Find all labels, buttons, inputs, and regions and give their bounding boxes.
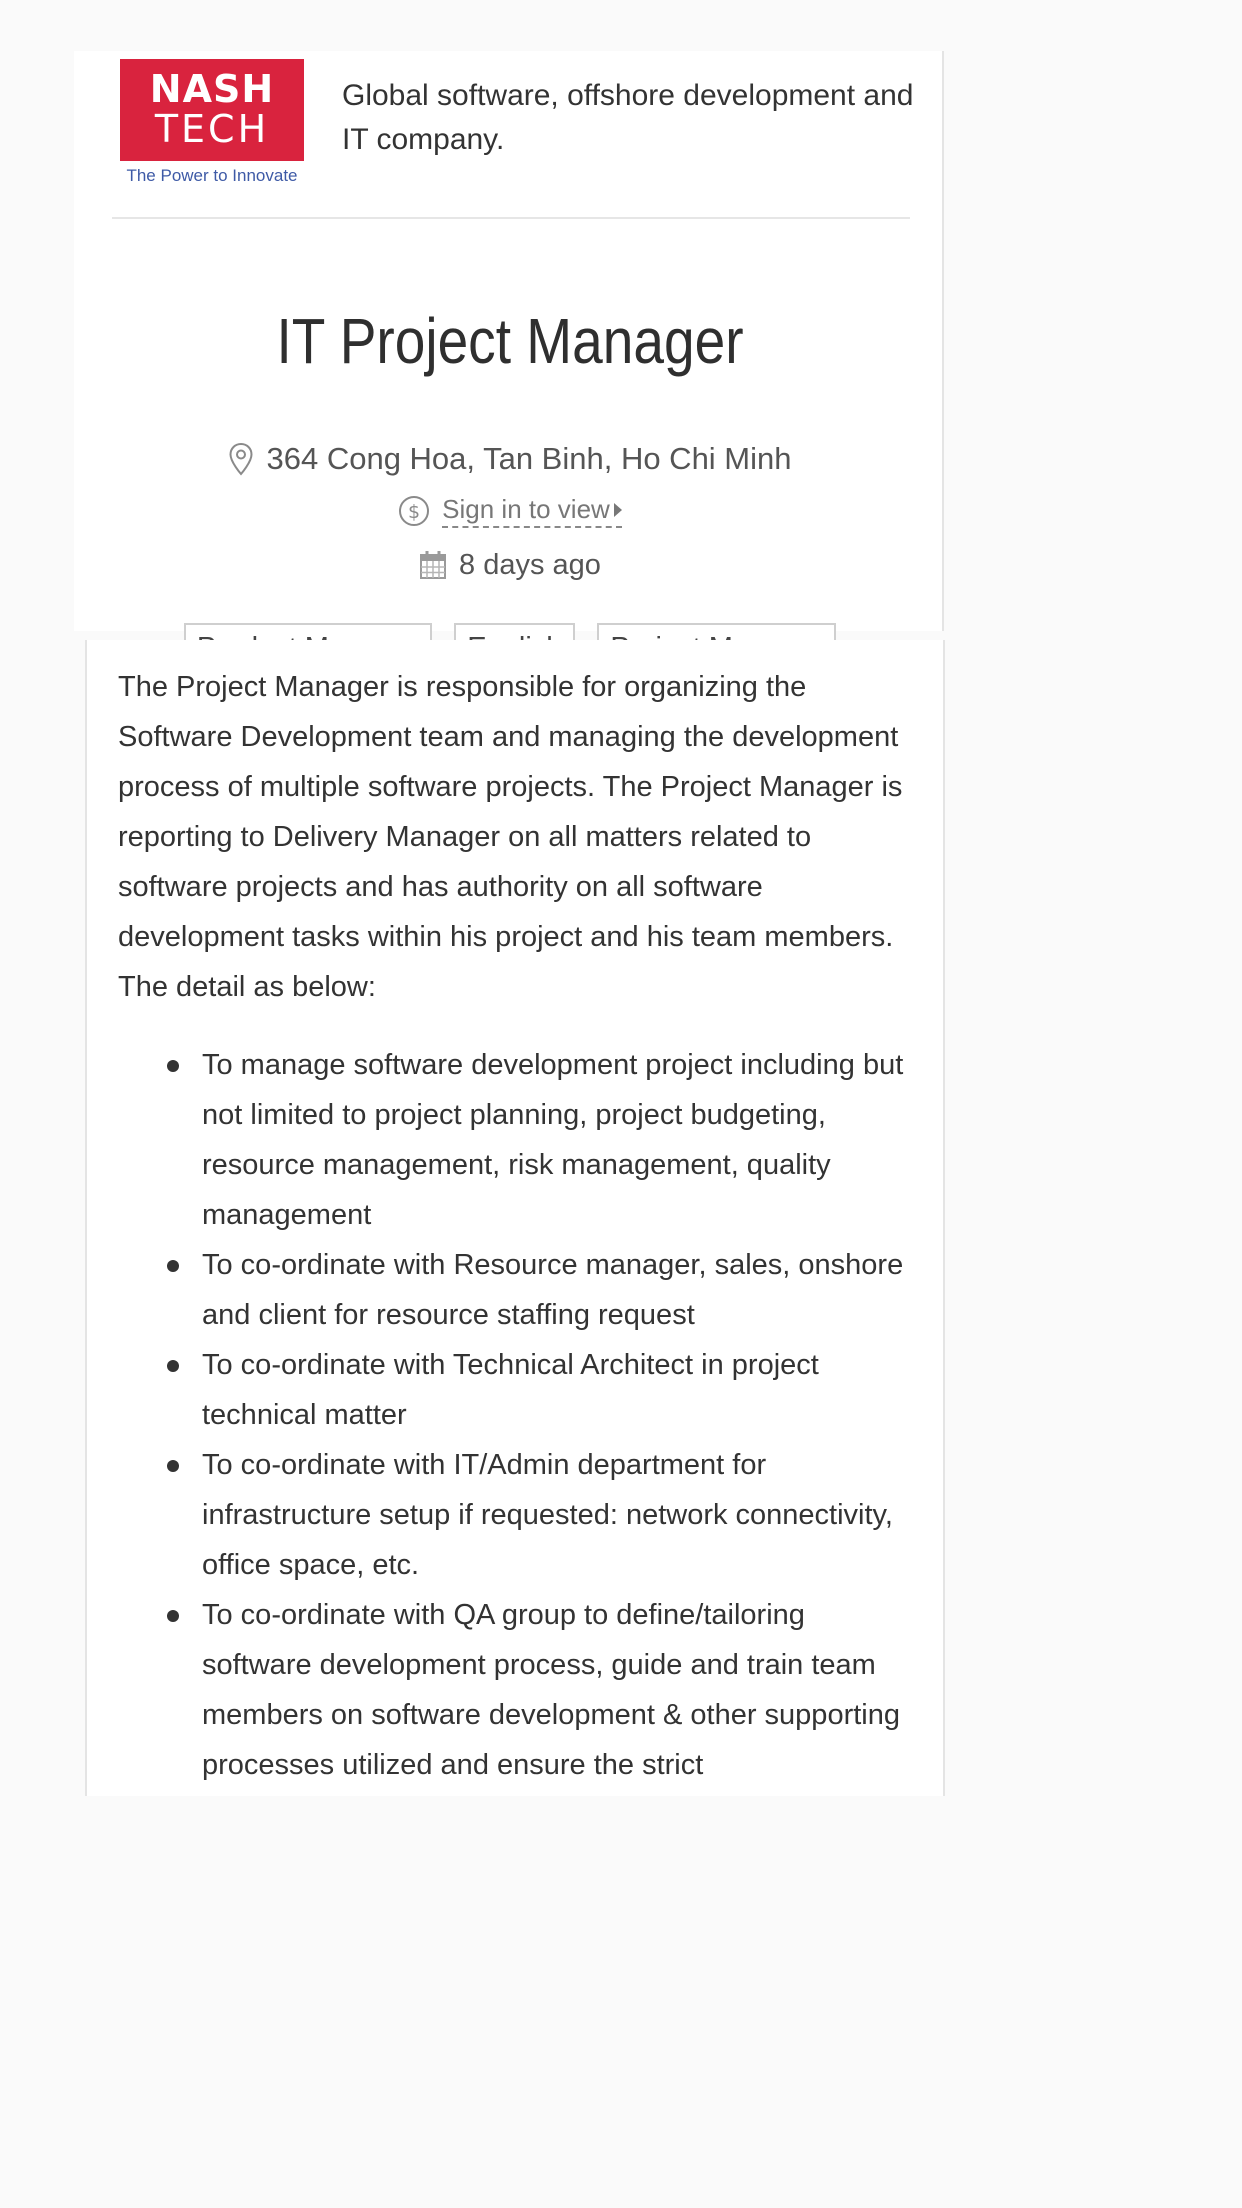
sign-in-to-view-link[interactable]: Sign in to view: [442, 494, 622, 528]
duty-item: To co-ordinate with IT/Admin department …: [118, 1440, 918, 1590]
bullet-icon: [167, 1060, 179, 1072]
svg-text:$: $: [408, 501, 420, 523]
calendar-icon: [419, 550, 447, 580]
logo-badge: NASH TECH: [120, 59, 304, 161]
company-description: Global software, offshore development an…: [342, 79, 914, 156]
job-location-text: 364 Cong Hoa, Tan Binh, Ho Chi Minh: [266, 441, 792, 476]
header-divider: [112, 217, 910, 219]
duty-text: To co-ordinate with IT/Admin department …: [202, 1449, 893, 1581]
job-description-intro: The Project Manager is responsible for o…: [118, 671, 903, 1003]
job-location: 364 Cong Hoa, Tan Binh, Ho Chi Minh: [74, 436, 946, 482]
duty-item: To co-ordinate with Technical Architect …: [118, 1340, 918, 1440]
job-description-card: The Project Manager is responsible for o…: [85, 640, 945, 1796]
duty-text: To manage software development project i…: [202, 1049, 904, 1231]
job-salary: $ Sign in to view: [74, 491, 946, 531]
dollar-circle-icon: $: [398, 495, 430, 527]
logo-tagline: The Power to Innovate: [126, 166, 298, 185]
bullet-icon: [167, 1610, 179, 1622]
company-logo[interactable]: NASH TECH The Power to Innovate: [120, 59, 304, 189]
duty-item: To co-ordinate with QA group to define/t…: [118, 1590, 918, 1790]
bullet-icon: [167, 1360, 179, 1372]
duty-text: To co-ordinate with Technical Architect …: [202, 1349, 819, 1431]
caret-right-icon: [613, 502, 622, 517]
duty-item: To co-ordinate with Resource manager, sa…: [118, 1240, 918, 1340]
bullet-icon: [167, 1460, 179, 1472]
logo-wordmark-top: NASH: [149, 67, 275, 111]
map-pin-icon: [228, 442, 254, 476]
bullet-icon: [167, 1260, 179, 1272]
job-title: IT Project Manager: [276, 305, 744, 377]
duty-text: To co-ordinate with QA group to define/t…: [202, 1599, 900, 1781]
job-duties-list: To manage software development project i…: [118, 1040, 918, 1790]
job-header-card: NASH TECH The Power to Innovate Global s…: [74, 51, 946, 673]
logo-wordmark-bottom: TECH: [154, 107, 270, 151]
sign-in-to-view-label: Sign in to view: [442, 494, 610, 524]
job-posted-text: 8 days ago: [459, 548, 601, 581]
duty-text: To co-ordinate with Resource manager, sa…: [202, 1249, 904, 1331]
job-posted-date: 8 days ago: [74, 545, 946, 585]
duty-item: To manage software development project i…: [118, 1040, 918, 1240]
